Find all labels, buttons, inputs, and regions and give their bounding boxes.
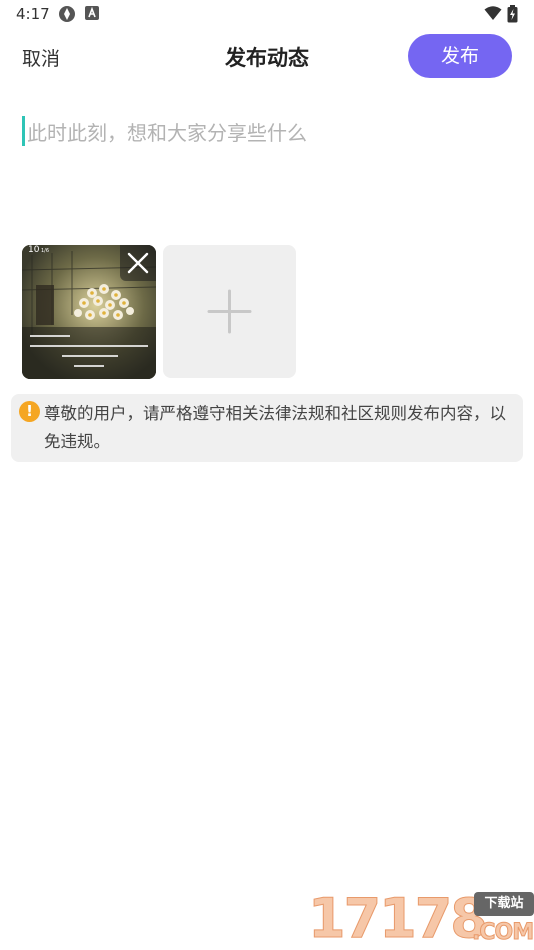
status-bar: 4:17	[0, 0, 534, 28]
top-bar: 取消 发布动态 发布	[0, 32, 534, 84]
watermark-suffix: .COM	[471, 920, 534, 946]
watermark-badge: 下载站	[474, 892, 534, 916]
watermark-digits: 17178	[308, 887, 489, 950]
status-time: 4:17	[16, 5, 50, 23]
keyboard-notification-icon	[85, 6, 99, 20]
attached-photo[interactable]: 10 1/6	[22, 245, 156, 379]
text-cursor	[22, 116, 25, 146]
photo-overlay-date: 10	[28, 245, 40, 255]
remove-photo-button[interactable]	[120, 245, 156, 281]
publish-button[interactable]: 发布	[408, 34, 512, 78]
wifi-icon	[484, 6, 502, 20]
watermark-logo: 17178 下载站 .COM	[308, 887, 534, 950]
post-text-placeholder: 此时此刻，想和大家分享些什么	[27, 121, 307, 145]
plus-icon	[207, 289, 252, 334]
warning-icon: !	[19, 401, 40, 422]
image-attachments: 10 1/6	[22, 245, 322, 379]
photo-overlay-month: 1/6	[41, 248, 49, 254]
close-icon	[127, 252, 149, 274]
battery-icon	[507, 5, 518, 23]
rules-notice-text: 尊敬的用户，请严格遵守相关法律法规和社区规则发布内容，以免违规。	[44, 404, 506, 451]
rules-notice: ! 尊敬的用户，请严格遵守相关法律法规和社区规则发布内容，以免违规。	[11, 394, 523, 462]
post-text-input[interactable]: 此时此刻，想和大家分享些什么	[20, 112, 514, 222]
add-photo-button[interactable]	[163, 245, 296, 378]
app-notification-icon	[59, 6, 75, 22]
